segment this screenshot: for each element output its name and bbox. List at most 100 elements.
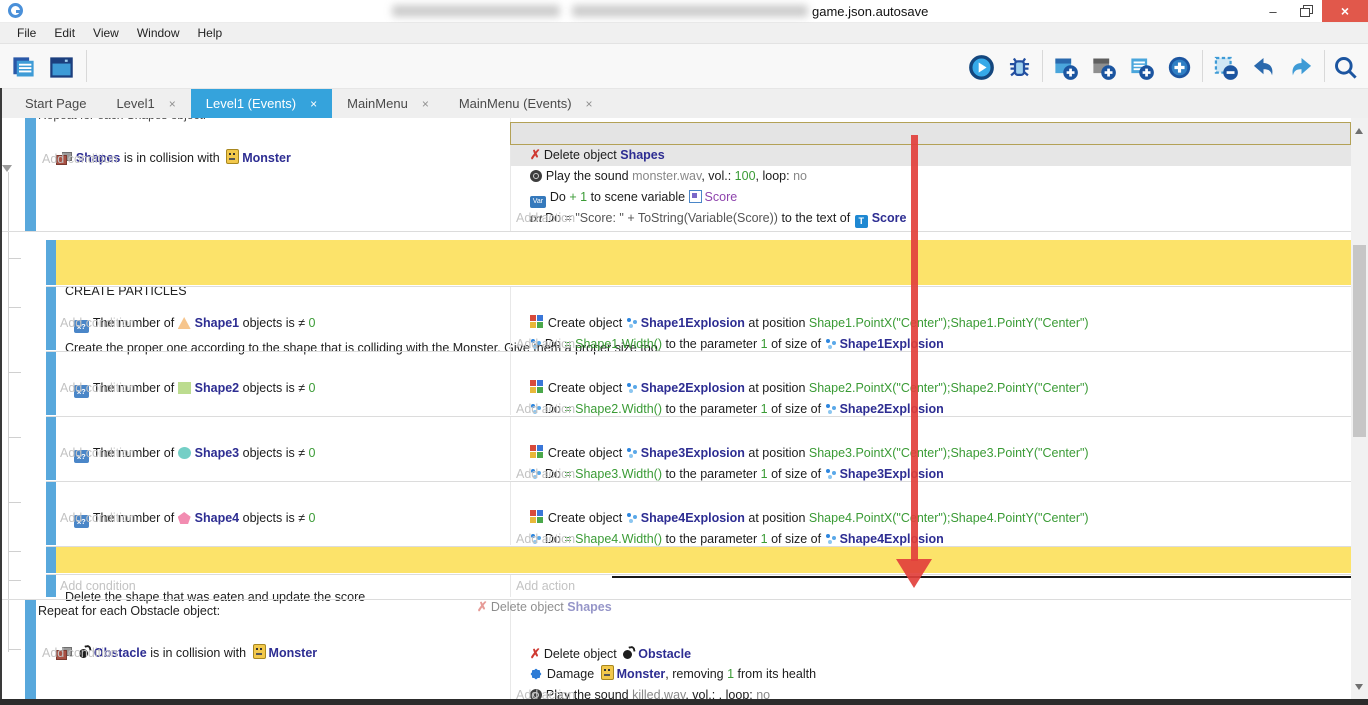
- condition-shape4-count[interactable]: x?The number of Shape4 objects is ≠ 0: [60, 487, 316, 508]
- add-condition[interactable]: Add condition: [60, 443, 136, 464]
- action-delete-shapes[interactable]: ✗Delete object Shapes: [516, 123, 665, 144]
- particle-emitter-icon: [825, 468, 837, 480]
- action-size-shape2-explosion[interactable]: Do = Shape2.Width() to the parameter 1 o…: [516, 378, 944, 399]
- action-create-shape3-explosion[interactable]: Create object Shape3Explosion at positio…: [516, 422, 1089, 443]
- menu-window[interactable]: Window: [128, 26, 189, 40]
- column-divider: [510, 287, 511, 350]
- restore-button[interactable]: [1290, 0, 1320, 22]
- window-edge-bottom: [0, 699, 1368, 705]
- comment-create-particles[interactable]: CREATE PARTICLES Create the proper one a…: [56, 240, 1351, 285]
- action-create-shape1-explosion[interactable]: Create object Shape1Explosion at positio…: [516, 292, 1089, 313]
- add-condition[interactable]: Add condition: [60, 508, 136, 529]
- monster-icon: [253, 644, 266, 659]
- condition-collision-obstacle[interactable]: Obstacle is in collision with Monster: [42, 622, 317, 643]
- tab-close-icon[interactable]: ×: [586, 97, 593, 111]
- action-create-shape4-explosion[interactable]: Create object Shape4Explosion at positio…: [516, 487, 1089, 508]
- restore-icon: [1300, 8, 1310, 17]
- shape1-icon: [178, 317, 191, 329]
- gdevelop-logo-icon: [8, 3, 23, 18]
- redacted-title-segment: [392, 5, 560, 17]
- tab-start-page[interactable]: Start Page: [10, 89, 101, 118]
- menu-view[interactable]: View: [84, 26, 128, 40]
- tab-mainmenu[interactable]: MainMenu×: [332, 89, 444, 118]
- action-create-shape2-explosion[interactable]: Create object Shape2Explosion at positio…: [516, 357, 1089, 378]
- add-action[interactable]: Add action: [516, 208, 575, 229]
- particle-emitter-icon: [825, 403, 837, 415]
- tab-close-icon[interactable]: ×: [422, 97, 429, 111]
- scrollbar-thumb[interactable]: [1353, 245, 1366, 437]
- drop-indicator: [612, 576, 1351, 578]
- action-size-shape1-explosion[interactable]: Do = Shape1.Width() to the parameter 1 o…: [516, 313, 944, 334]
- toolbar-separator: [1324, 50, 1325, 82]
- add-event-icon[interactable]: [1050, 52, 1080, 82]
- add-comment-icon[interactable]: [1126, 52, 1156, 82]
- minimize-button[interactable]: –: [1258, 0, 1288, 22]
- event-bar: [46, 287, 56, 350]
- tab-mainmenu-events[interactable]: MainMenu (Events)×: [444, 89, 608, 118]
- action-play-sound-monster[interactable]: Play the sound monster.wav, vol.: 100, l…: [516, 145, 807, 166]
- action-size-shape4-explosion[interactable]: Do = Shape4.Width() to the parameter 1 o…: [516, 508, 944, 529]
- add-sub-event-icon[interactable]: [1088, 52, 1118, 82]
- action-delete-obstacle[interactable]: ✗Delete object Obstacle: [516, 622, 691, 643]
- action-increment-score-variable[interactable]: VarDo + 1 to scene variable Score: [516, 166, 737, 187]
- tab-level1[interactable]: Level1×: [101, 89, 190, 118]
- add-instruction-icon[interactable]: [1164, 52, 1194, 82]
- menu-file[interactable]: File: [8, 26, 45, 40]
- particle-emitter-icon: [825, 338, 837, 350]
- redacted-title-segment: [572, 5, 808, 17]
- column-divider: [510, 482, 511, 545]
- add-condition[interactable]: Add condition: [42, 149, 118, 170]
- project-manager-icon[interactable]: [8, 52, 38, 82]
- condition-shape2-count[interactable]: x?The number of Shape2 objects is ≠ 0: [60, 357, 316, 378]
- drag-ghost-delete-shapes: ✗Delete object Shapes: [463, 575, 612, 596]
- scroll-up-icon[interactable]: [1355, 128, 1363, 134]
- toolbar-separator: [1202, 50, 1203, 82]
- add-condition[interactable]: Add condition: [60, 378, 136, 399]
- vertical-scrollbar[interactable]: [1351, 118, 1368, 705]
- action-set-score-text[interactable]: txtDo = "Score: " + ToString(Variable(Sc…: [516, 187, 906, 208]
- event-header-repeat-obstacle[interactable]: Repeat for each Obstacle object:: [38, 601, 220, 622]
- tab-close-icon[interactable]: ×: [169, 97, 176, 111]
- comment-delete-shape[interactable]: Delete the shape that was eaten and upda…: [56, 547, 1351, 573]
- remove-selection-icon[interactable]: [1210, 52, 1240, 82]
- undo-icon[interactable]: [1248, 52, 1278, 82]
- condition-collision-shapes[interactable]: Shapes is in collision with Monster: [42, 127, 291, 148]
- event-bar: [25, 600, 36, 705]
- monster-icon: [226, 149, 239, 164]
- scene-window-icon[interactable]: [46, 52, 76, 82]
- event-bar: [46, 547, 56, 573]
- tab-close-icon[interactable]: ×: [310, 97, 317, 111]
- tab-level1-events[interactable]: Level1 (Events)×: [191, 89, 332, 118]
- window-edge: [0, 88, 2, 702]
- condition-shape3-count[interactable]: x?The number of Shape3 objects is ≠ 0: [60, 422, 316, 443]
- action-play-sound-killed[interactable]: Play the sound killed.wav, vol.: , loop:…: [516, 664, 770, 685]
- search-icon[interactable]: [1330, 52, 1360, 82]
- fold-arrow-icon[interactable]: [2, 165, 12, 172]
- add-condition[interactable]: Add condition: [42, 643, 118, 664]
- events-editor: Repeat for each Shapes object: Shapes is…: [0, 118, 1351, 705]
- play-icon[interactable]: [966, 52, 996, 82]
- event-bar: [46, 482, 56, 545]
- add-condition[interactable]: Add condition: [60, 313, 136, 334]
- delete-icon: ✗: [477, 596, 488, 617]
- event-bar: [46, 575, 56, 597]
- menu-help[interactable]: Help: [189, 26, 232, 40]
- debug-icon[interactable]: [1004, 52, 1034, 82]
- event-bar: [46, 240, 56, 285]
- action-damage-monster[interactable]: Damage Monster, removing 1 from its heal…: [516, 643, 816, 664]
- toolbar: [0, 44, 1368, 88]
- shape2-icon: [178, 382, 191, 394]
- shape4-icon: [178, 512, 191, 524]
- event-bar: [25, 118, 36, 231]
- condition-shape1-count[interactable]: x?The number of Shape1 objects is ≠ 0: [60, 292, 316, 313]
- action-size-shape3-explosion[interactable]: Do = Shape3.Width() to the parameter 1 o…: [516, 443, 944, 464]
- column-divider: [510, 417, 511, 480]
- redo-icon[interactable]: [1286, 52, 1316, 82]
- menu-edit[interactable]: Edit: [45, 26, 84, 40]
- shape3-icon: [178, 447, 191, 459]
- close-button[interactable]: ×: [1322, 0, 1368, 22]
- event-bar: [46, 352, 56, 415]
- window-title: game.json.autosave: [812, 4, 928, 19]
- add-condition[interactable]: Add condition: [60, 576, 136, 597]
- scroll-down-icon[interactable]: [1355, 684, 1363, 690]
